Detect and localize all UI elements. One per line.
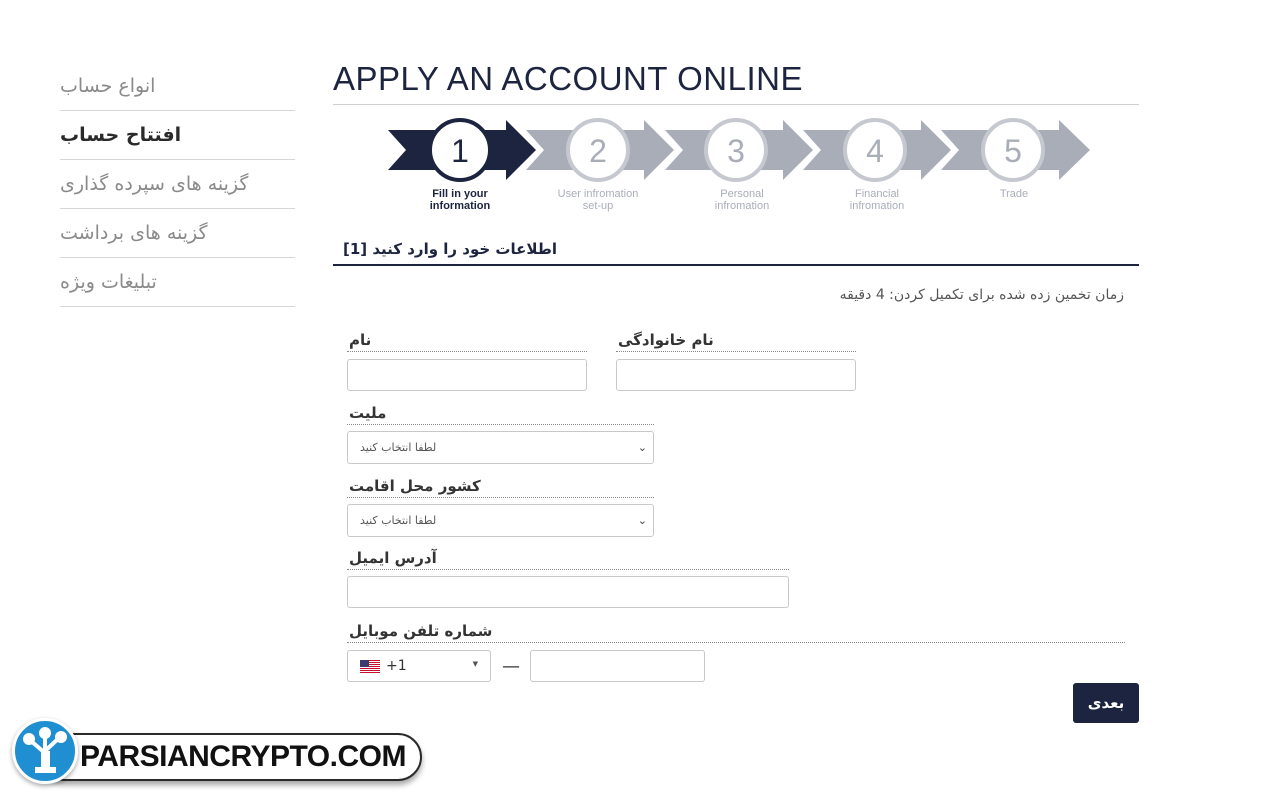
step-4-label: Financial infromation bbox=[812, 188, 942, 212]
step-4-number: 4 bbox=[866, 133, 884, 169]
last-name-label: نام خانوادگی bbox=[616, 331, 856, 352]
first-name-label: نام bbox=[347, 331, 587, 352]
step-2-label: User infromation set-up bbox=[533, 188, 663, 212]
stepper-graphic: 1 2 3 4 5 bbox=[388, 118, 1090, 182]
watermark-logo-icon bbox=[12, 718, 78, 784]
step-1-label: Fill in your information bbox=[395, 188, 525, 212]
step-1-label-line2: information bbox=[429, 200, 491, 212]
nationality-label: ملیت bbox=[347, 404, 654, 425]
nationality-select-value: لطفا انتخاب کنید bbox=[360, 441, 437, 454]
sidebar-item-withdrawal-options[interactable]: گزینه های برداشت bbox=[60, 209, 295, 258]
title-divider bbox=[333, 104, 1139, 105]
step-5-number: 5 bbox=[1004, 133, 1022, 169]
tree-logo-icon bbox=[23, 727, 67, 773]
step-4-label-line2: infromation bbox=[849, 200, 905, 212]
sidebar-item-label: گزینه های سپرده گذاری bbox=[60, 173, 249, 195]
chevron-down-icon: ⌄ bbox=[637, 441, 647, 454]
us-flag-icon bbox=[360, 659, 380, 673]
residence-country-select[interactable]: لطفا انتخاب کنید ⌄ bbox=[347, 504, 654, 537]
step-3-label-line2: infromation bbox=[714, 200, 770, 212]
step-5-label-line1: Trade bbox=[999, 188, 1029, 200]
step-2-label-line2: set-up bbox=[582, 200, 614, 212]
first-name-input[interactable] bbox=[347, 359, 587, 391]
last-name-input[interactable] bbox=[616, 359, 856, 391]
section-heading-text: اطلاعات خود را وارد کنید [1] bbox=[343, 240, 557, 258]
sidebar-item-label: افتتاح حساب bbox=[60, 124, 182, 146]
step-3-number: 3 bbox=[727, 133, 745, 169]
step-1-number: 1 bbox=[451, 133, 469, 169]
caret-down-icon: ▼ bbox=[472, 660, 478, 668]
watermark-banner: PARSIANCRYPTO.COM bbox=[40, 733, 422, 781]
sidebar-item-open-account[interactable]: افتتاح حساب bbox=[60, 111, 295, 160]
section-heading: اطلاعات خود را وارد کنید [1] bbox=[333, 234, 1139, 266]
page-title: APPLY AN ACCOUNT ONLINE bbox=[333, 60, 803, 97]
phone-number-input[interactable] bbox=[530, 650, 705, 682]
estimated-time-text: زمان تخمین زده شده برای تکمیل کردن: 4 دق… bbox=[839, 287, 1124, 303]
step-3-label: Personal infromation bbox=[677, 188, 807, 212]
step-5-label: Trade bbox=[949, 188, 1079, 200]
watermark-text: PARSIANCRYPTO.COM bbox=[80, 740, 406, 773]
progress-stepper: 1 2 3 4 5 Fill in your information User … bbox=[388, 112, 1098, 217]
email-label: آدرس ایمیل bbox=[347, 549, 789, 570]
phone-country-code: +1 bbox=[386, 658, 407, 674]
sidebar-item-label: انواع حساب bbox=[60, 75, 156, 97]
step-4-label-line1: Financial bbox=[854, 188, 900, 200]
sidebar-item-promotions[interactable]: تبلیغات ویژه bbox=[60, 258, 295, 307]
email-input[interactable] bbox=[347, 576, 789, 608]
sidebar-nav: انواع حساب افتتاح حساب گزینه های سپرده گ… bbox=[60, 62, 295, 307]
step-1-label-line1: Fill in your bbox=[432, 188, 488, 200]
phone-country-code-select[interactable]: +1 ▼ bbox=[347, 650, 491, 682]
sidebar-item-account-types[interactable]: انواع حساب bbox=[60, 62, 295, 111]
chevron-down-icon: ⌄ bbox=[637, 514, 647, 527]
mobile-phone-label: شماره تلفن موبایل bbox=[347, 622, 1125, 643]
residence-country-label: کشور محل اقامت bbox=[347, 477, 654, 498]
phone-separator: — bbox=[502, 656, 520, 677]
residence-select-value: لطفا انتخاب کنید bbox=[360, 514, 437, 527]
step-2-number: 2 bbox=[589, 133, 607, 169]
sidebar-item-deposit-options[interactable]: گزینه های سپرده گذاری bbox=[60, 160, 295, 209]
step-2-label-line1: User infromation bbox=[557, 188, 639, 200]
next-button[interactable]: بعدی bbox=[1073, 683, 1139, 723]
step-3-label-line1: Personal bbox=[720, 188, 764, 200]
sidebar-item-label: تبلیغات ویژه bbox=[60, 271, 157, 293]
nationality-select[interactable]: لطفا انتخاب کنید ⌄ bbox=[347, 431, 654, 464]
sidebar-item-label: گزینه های برداشت bbox=[60, 222, 208, 244]
